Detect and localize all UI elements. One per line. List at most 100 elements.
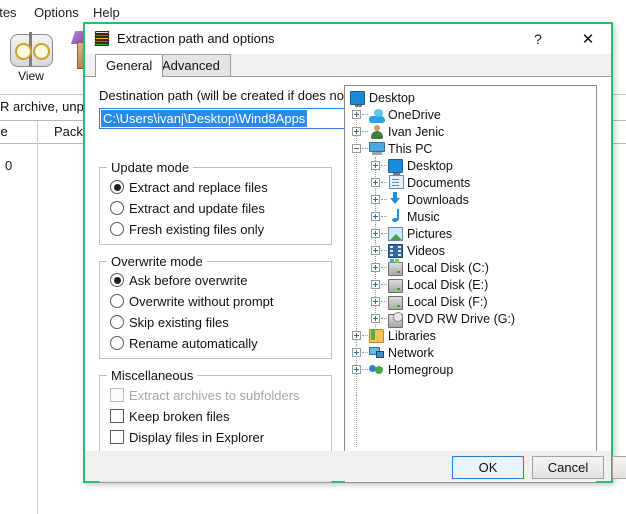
radio-indicator xyxy=(110,273,124,287)
dialog-title-bar[interactable]: Extraction path and options ? ✕ xyxy=(85,24,611,54)
drive-icon xyxy=(388,296,403,310)
expand-icon[interactable] xyxy=(371,280,380,289)
checkbox-label: Keep broken files xyxy=(129,408,230,424)
tree-item-videos[interactable]: Videos xyxy=(345,242,596,259)
expand-icon[interactable] xyxy=(371,263,380,272)
tree-item-desktop[interactable]: Desktop xyxy=(345,89,596,107)
tree-item-label: Network xyxy=(388,345,434,360)
destination-path-label: Destination path (will be created if doe… xyxy=(99,88,383,103)
user-icon xyxy=(370,125,385,139)
radio-indicator xyxy=(110,222,124,236)
tree-item-label: Local Disk (C:) xyxy=(407,260,489,275)
tab-strip: General Advanced xyxy=(85,54,611,77)
tree-item-ivan-jenic[interactable]: Ivan Jenic xyxy=(345,123,596,140)
help-button[interactable]: Help xyxy=(612,456,626,479)
download-icon xyxy=(388,192,403,206)
ok-button[interactable]: OK xyxy=(452,456,524,479)
radio-rename-automatically[interactable]: Rename automatically xyxy=(110,334,258,352)
menu-item-options[interactable]: Options xyxy=(34,5,79,20)
tree-item-local-disk-f[interactable]: Local Disk (F:) xyxy=(345,293,596,310)
tree-item-label: Homegroup xyxy=(388,362,454,377)
book-icon xyxy=(9,30,53,68)
radio-ask-before-overwrite[interactable]: Ask before overwrite xyxy=(110,271,248,289)
expand-icon[interactable] xyxy=(352,365,361,374)
overwrite-mode-title: Overwrite mode xyxy=(107,254,207,269)
network-icon xyxy=(369,346,384,360)
radio-label: Extract and replace files xyxy=(129,179,268,195)
tree-item-dvd-rw-drive-g[interactable]: DVD RW Drive (G:) xyxy=(345,310,596,328)
miscellaneous-group: Miscellaneous Extract archives to subfol… xyxy=(99,368,332,453)
expand-icon[interactable] xyxy=(371,246,380,255)
radio-fresh-existing-files-only[interactable]: Fresh existing files only xyxy=(110,220,264,238)
expand-icon[interactable] xyxy=(352,127,361,136)
overwrite-mode-group: Overwrite mode Ask before overwrite Over… xyxy=(99,254,332,359)
column-header-size[interactable]: ze xyxy=(0,124,8,139)
radio-indicator xyxy=(110,336,124,350)
tree-item-label: Local Disk (E:) xyxy=(407,277,489,292)
destination-path-value: C:\Users\ivanj\Desktop\Wind8Apps xyxy=(101,110,308,127)
dialog-title: Extraction path and options xyxy=(117,31,275,46)
file-list-row-size: 0 xyxy=(5,158,13,173)
help-icon-button[interactable]: ? xyxy=(521,24,555,54)
tab-general[interactable]: General xyxy=(95,54,164,77)
radio-extract-and-update-files[interactable]: Extract and update files xyxy=(110,199,265,217)
menu-item-help[interactable]: Help xyxy=(93,5,120,20)
music-icon xyxy=(389,209,404,223)
expand-icon[interactable] xyxy=(371,297,380,306)
expand-icon[interactable] xyxy=(371,178,380,187)
column-header-packed[interactable]: Pack xyxy=(54,124,83,139)
tree-item-local-disk-c[interactable]: Local Disk (C:) xyxy=(345,259,596,276)
file-list-column-divider xyxy=(37,142,38,514)
tree-item-this-pc[interactable]: This PC xyxy=(345,140,596,157)
tree-item-homegroup[interactable]: Homegroup xyxy=(345,361,596,378)
pc-icon xyxy=(369,142,385,156)
tree-item-music[interactable]: Music xyxy=(345,208,596,225)
tree-item-network[interactable]: Network xyxy=(345,344,596,361)
toolbar-button-view-label: View xyxy=(18,69,44,83)
collapse-icon[interactable] xyxy=(352,144,361,153)
radio-skip-existing-files[interactable]: Skip existing files xyxy=(110,313,229,331)
expand-icon[interactable] xyxy=(371,195,380,204)
checkbox-indicator xyxy=(110,388,124,402)
drive-icon xyxy=(388,279,403,293)
expand-icon[interactable] xyxy=(352,348,361,357)
folder-tree-panel[interactable]: Desktop OneDrive Ivan Jenic This PC Desk… xyxy=(344,85,597,483)
picture-icon xyxy=(388,227,403,241)
video-icon xyxy=(388,244,403,258)
tree-item-onedrive[interactable]: OneDrive xyxy=(345,106,596,123)
expand-icon[interactable] xyxy=(371,314,380,323)
expand-icon[interactable] xyxy=(352,110,361,119)
expand-icon[interactable] xyxy=(352,331,361,340)
tree-item-label: Pictures xyxy=(407,226,453,241)
tree-item-libraries[interactable]: Libraries xyxy=(345,327,596,344)
tree-item-label: Music xyxy=(407,209,440,224)
checkbox-keep-broken-files[interactable]: Keep broken files xyxy=(110,407,229,425)
tree-item-pictures[interactable]: Pictures xyxy=(345,225,596,242)
checkbox-extract-archives-to-subfolders: Extract archives to subfolders xyxy=(110,386,300,404)
radio-label: Extract and update files xyxy=(129,200,265,216)
radio-overwrite-without-prompt[interactable]: Overwrite without prompt xyxy=(110,292,274,310)
checkbox-indicator xyxy=(110,430,124,444)
tree-item-desktop-child[interactable]: Desktop xyxy=(345,157,596,175)
menu-item-favorites[interactable]: rites xyxy=(0,5,17,20)
dvd-drive-icon xyxy=(388,312,403,328)
radio-label: Rename automatically xyxy=(129,335,258,351)
tree-item-local-disk-e[interactable]: Local Disk (E:) xyxy=(345,276,596,293)
checkbox-display-files-in-explorer[interactable]: Display files in Explorer xyxy=(110,428,264,446)
tree-item-downloads[interactable]: Downloads xyxy=(345,191,596,208)
tree-item-label: Downloads xyxy=(407,192,469,207)
tree-item-label: Videos xyxy=(407,243,445,258)
radio-extract-and-replace-files[interactable]: Extract and replace files xyxy=(110,178,268,196)
close-icon[interactable]: ✕ xyxy=(565,24,611,54)
expand-icon[interactable] xyxy=(371,212,380,221)
tree-item-label: DVD RW Drive (G:) xyxy=(407,311,516,326)
cancel-button[interactable]: Cancel xyxy=(532,456,604,479)
expand-icon[interactable] xyxy=(371,161,380,170)
tree-item-documents[interactable]: Documents xyxy=(345,174,596,191)
expand-icon[interactable] xyxy=(371,229,380,238)
radio-label: Skip existing files xyxy=(129,314,229,330)
tree-item-label: Libraries xyxy=(388,328,436,343)
toolbar-button-view[interactable]: View xyxy=(2,30,60,83)
monitor-icon xyxy=(388,159,403,175)
document-icon xyxy=(389,175,404,189)
